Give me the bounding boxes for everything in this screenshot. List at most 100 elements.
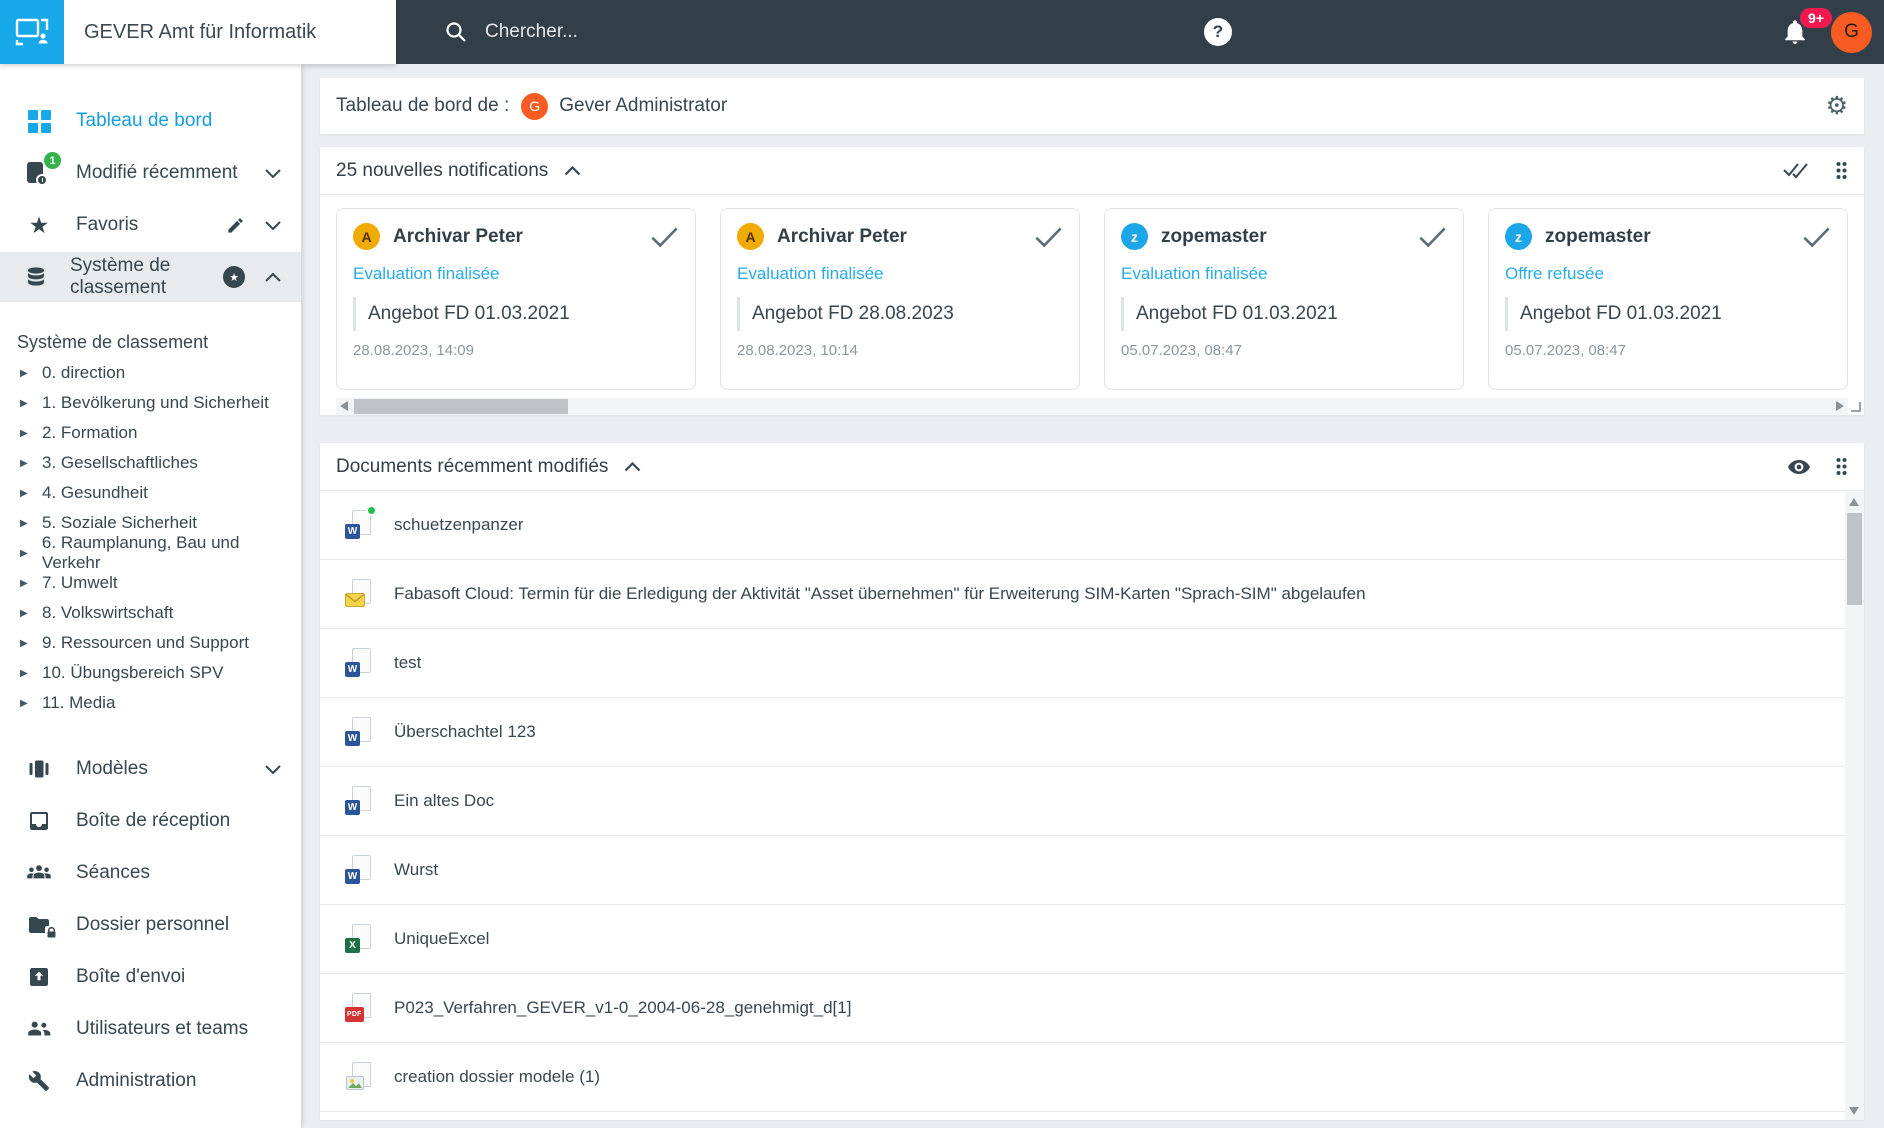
recently-modified-icon: 1 [24, 152, 61, 186]
expand-arrow-icon[interactable]: ▶ [20, 638, 32, 649]
expand-arrow-icon[interactable]: ▶ [20, 698, 32, 709]
recently-modified-badge: 1 [44, 152, 61, 169]
sidebar-item-modifie-recemment[interactable]: 1 Modifié récemment [0, 148, 301, 198]
mark-all-read-doublecheck-icon[interactable] [1783, 162, 1811, 179]
sidebar-item-seances[interactable]: Séances [0, 848, 301, 898]
tree-node-9-ressourcen[interactable]: ▶ 9. Ressourcen und Support [17, 628, 301, 658]
tree-node-2-formation[interactable]: ▶ 2. Formation [17, 418, 301, 448]
horizontal-scrollbar[interactable] [336, 398, 1848, 415]
expand-arrow-icon[interactable]: ▶ [20, 488, 32, 499]
mark-read-check-icon[interactable] [1802, 227, 1831, 247]
scroll-left-arrow[interactable] [340, 401, 348, 411]
sidebar-item-tableau-de-bord[interactable]: Tableau de bord [0, 96, 301, 146]
favorite-circle-icon[interactable]: ★ [223, 266, 245, 288]
notification-card[interactable]: A Archivar Peter Evaluation finalisée An… [336, 208, 696, 390]
expand-arrow-icon[interactable]: ▶ [20, 428, 32, 439]
document-row[interactable]: X UniqueExcel [320, 905, 1864, 974]
notification-subject: Angebot FD 01.03.2021 [353, 297, 679, 331]
mark-read-check-icon[interactable] [650, 227, 679, 247]
help-icon[interactable]: ? [1204, 18, 1232, 46]
eye-icon[interactable] [1787, 459, 1811, 475]
scroll-up-arrow[interactable] [1849, 498, 1859, 506]
tree-node-10-uebungsbereich[interactable]: ▶ 10. Übungsbereich SPV [17, 658, 301, 688]
chevron-down-icon[interactable] [265, 764, 281, 774]
notification-card[interactable]: z zopemaster Offre refusée Angebot FD 01… [1488, 208, 1848, 390]
document-row[interactable]: PDF P023_Verfahren_GEVER_v1-0_2004-06-28… [320, 974, 1864, 1043]
notification-action-link[interactable]: Offre refusée [1505, 264, 1831, 284]
dashboard-owner-name: Gever Administrator [559, 95, 728, 116]
chevron-down-icon[interactable] [265, 220, 281, 230]
sidebar-item-modeles[interactable]: Modèles [0, 744, 301, 794]
notification-subject: Angebot FD 28.08.2023 [737, 297, 1063, 331]
app-header: GEVER Amt für Informatik [0, 0, 396, 64]
sidebar-item-dossier-personnel[interactable]: Dossier personnel [0, 900, 301, 950]
sidebar-item-administration[interactable]: Administration [0, 1056, 301, 1106]
sidebar-item-label: Séances [76, 862, 150, 883]
sidebar-item-favoris[interactable]: ★ Favoris [0, 200, 301, 250]
expand-arrow-icon[interactable]: ▶ [20, 368, 32, 379]
notification-action-link[interactable]: Evaluation finalisée [737, 264, 1063, 284]
collapse-chevron-up-icon[interactable] [624, 461, 641, 472]
document-row[interactable]: W test [320, 629, 1864, 698]
word-file-icon: W [345, 505, 377, 540]
sidebar-item-boite-denvoi[interactable]: Boîte d'envoi [0, 952, 301, 1002]
document-row[interactable]: W Ein altes Doc [320, 767, 1864, 836]
expand-arrow-icon[interactable]: ▶ [20, 608, 32, 619]
settings-gear-icon[interactable]: ⚙ [1826, 93, 1848, 119]
horizontal-scrollbar-thumb[interactable] [354, 399, 568, 414]
chevron-up-icon[interactable] [265, 272, 281, 282]
mark-read-check-icon[interactable] [1418, 227, 1447, 247]
documents-list: W schuetzenpanzer Fabasoft Cloud: Termin… [320, 491, 1864, 1112]
document-row[interactable]: creation dossier modele (1) [320, 1043, 1864, 1112]
document-row[interactable]: W Überschachtel 123 [320, 698, 1864, 767]
tree-node-6-raumplanung[interactable]: ▶ 6. Raumplanung, Bau und Verkehr [17, 533, 301, 572]
expand-arrow-icon[interactable]: ▶ [20, 548, 32, 559]
tree-node-11-media[interactable]: ▶ 11. Media [17, 688, 301, 718]
tree-node-4-gesundheit[interactable]: ▶ 4. Gesundheit [17, 478, 301, 508]
expand-arrow-icon[interactable]: ▶ [20, 518, 32, 529]
collapse-chevron-up-icon[interactable] [564, 165, 581, 176]
word-file-icon: W [345, 786, 371, 816]
sidebar-secondary: Modèles Boîte de réception Séances Dossi… [0, 744, 301, 1106]
search-input[interactable] [483, 20, 903, 44]
document-row[interactable]: Fabasoft Cloud: Termin für die Erledigun… [320, 560, 1864, 629]
sidebar-item-utilisateurs-et-teams[interactable]: Utilisateurs et teams [0, 1004, 301, 1054]
notification-card[interactable]: z zopemaster Evaluation finalisée Angebo… [1104, 208, 1464, 390]
expand-arrow-icon[interactable]: ▶ [20, 578, 32, 589]
chevron-down-icon[interactable] [265, 168, 281, 178]
tree-node-3-gesellschaftliches[interactable]: ▶ 3. Gesellschaftliches [17, 448, 301, 478]
vertical-scrollbar[interactable] [1845, 492, 1864, 1120]
document-row[interactable]: W Wurst [320, 836, 1864, 905]
word-file-icon: W [345, 855, 371, 885]
notification-timestamp: 28.08.2023, 14:09 [353, 342, 474, 359]
app-logo[interactable] [0, 0, 64, 64]
scroll-down-arrow[interactable] [1849, 1107, 1859, 1115]
panel-resize-handle[interactable] [1851, 402, 1861, 412]
expand-arrow-icon[interactable]: ▶ [20, 458, 32, 469]
tree-node-1-bevoelkerung[interactable]: ▶ 1. Bevölkerung und Sicherheit [17, 388, 301, 418]
sidebar-item-boite-de-reception[interactable]: Boîte de réception [0, 796, 301, 846]
edit-pencil-icon[interactable] [226, 216, 245, 235]
scroll-right-arrow[interactable] [1836, 401, 1844, 411]
vertical-scrollbar-thumb[interactable] [1847, 513, 1862, 605]
document-row[interactable]: W schuetzenpanzer [320, 491, 1864, 560]
notification-action-link[interactable]: Evaluation finalisée [353, 264, 679, 284]
inbox-icon [24, 809, 54, 833]
drag-handle-dots-icon[interactable] [1835, 161, 1848, 180]
mark-read-check-icon[interactable] [1034, 227, 1063, 247]
tree-node-8-volkswirtschaft[interactable]: ▶ 8. Volkswirtschaft [17, 598, 301, 628]
drag-handle-dots-icon[interactable] [1835, 457, 1848, 476]
user-avatar[interactable]: G [1831, 11, 1872, 53]
main-content: Tableau de bord de : G Gever Administrat… [301, 64, 1884, 1128]
sidebar-item-systeme-de-classement[interactable]: Système de classement ★ [0, 252, 301, 302]
expand-arrow-icon[interactable]: ▶ [20, 668, 32, 679]
tree-root-label[interactable]: Système de classement [17, 326, 301, 358]
tree-node-0-direction[interactable]: ▶ 0. direction [17, 358, 301, 388]
notification-action-link[interactable]: Evaluation finalisée [1121, 264, 1447, 284]
notification-card[interactable]: A Archivar Peter Evaluation finalisée An… [720, 208, 1080, 390]
notifications-title: 25 nouvelles notifications [336, 159, 549, 181]
documents-header: Documents récemment modifiés [320, 443, 1864, 491]
notifications-bell-button[interactable]: 9+ [1781, 8, 1832, 46]
sidebar: Tableau de bord 1 Modifié récemment ★ Fa… [0, 64, 301, 1128]
expand-arrow-icon[interactable]: ▶ [20, 398, 32, 409]
